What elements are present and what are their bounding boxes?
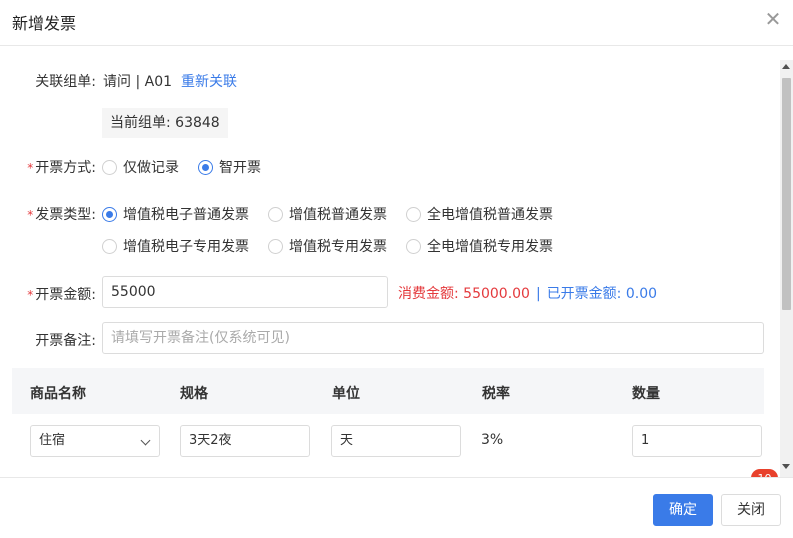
radio-circle bbox=[268, 238, 283, 254]
scroll-down-icon[interactable] bbox=[782, 464, 790, 469]
dialog-footer: 确定 关闭 bbox=[0, 477, 793, 538]
relink-link[interactable]: 重新关联 bbox=[181, 71, 237, 91]
issue-method-label-text: 开票方式: bbox=[35, 160, 96, 176]
radio-label: 增值税电子普通发票 bbox=[123, 207, 249, 223]
chevron-down-icon bbox=[140, 435, 151, 446]
dialog-body: 关联组单: 请问 | A01 重新关联 当前组单: 63848 * 开票方式: 仅… bbox=[0, 47, 780, 477]
radio-label: 增值税电子专用发票 bbox=[123, 239, 249, 255]
radio-circle bbox=[406, 238, 421, 254]
product-select-value: 住宿 bbox=[39, 433, 66, 448]
dialog-title: 新增发票 bbox=[12, 14, 77, 33]
product-select[interactable]: 住宿 bbox=[30, 425, 160, 457]
radio-label: 增值税专用发票 bbox=[289, 239, 387, 255]
radio-label: 全电增值税专用发票 bbox=[427, 239, 553, 255]
linked-order-label: 关联组单: bbox=[35, 74, 96, 90]
remark-input[interactable]: 请填写开票备注(仅系统可见) bbox=[102, 322, 764, 354]
amount-separator: | bbox=[535, 286, 541, 302]
radio-circle bbox=[102, 206, 117, 222]
required-mark: * bbox=[27, 161, 34, 175]
radio-vat-e-special[interactable]: 增值税电子专用发票 bbox=[102, 236, 249, 256]
confirm-button[interactable]: 确定 bbox=[653, 494, 713, 526]
radio-full-e-vat-normal[interactable]: 全电增值税普通发票 bbox=[406, 204, 553, 224]
close-icon[interactable]: ✕ bbox=[763, 9, 783, 29]
radio-smart-issue[interactable]: 智开票 bbox=[198, 157, 261, 177]
dialog-header: 新增发票 ✕ bbox=[0, 0, 793, 46]
radio-label: 仅做记录 bbox=[123, 160, 179, 176]
column-header: 商品名称 bbox=[30, 386, 86, 402]
table-row: 住宿 3天2夜 天 3% 1 bbox=[12, 414, 764, 474]
radio-vat-special[interactable]: 增值税专用发票 bbox=[268, 236, 387, 256]
tax-rate-value: 3% bbox=[481, 432, 504, 448]
radio-record-only[interactable]: 仅做记录 bbox=[102, 157, 179, 177]
scrollbar-thumb[interactable] bbox=[782, 78, 791, 310]
amount-summary: 消费金额: 55000.00 | 已开票金额: 0.00 bbox=[398, 283, 657, 303]
scroll-up-icon[interactable] bbox=[782, 64, 790, 69]
radio-label: 智开票 bbox=[219, 160, 261, 176]
radio-label: 全电增值税普通发票 bbox=[427, 207, 553, 223]
radio-circle bbox=[198, 159, 213, 175]
radio-circle bbox=[102, 159, 117, 175]
required-mark: * bbox=[27, 208, 34, 222]
items-table-header: 商品名称 规格 单位 税率 数量 bbox=[12, 368, 764, 414]
consumed-amount: 消费金额: 55000.00 bbox=[398, 286, 530, 302]
invoice-dialog: 新增发票 ✕ 关联组单: 请问 | A01 重新关联 当前组单: 63848 *… bbox=[0, 0, 793, 538]
current-order-chip: 当前组单: 63848 bbox=[102, 108, 228, 138]
spec-input[interactable]: 3天2夜 bbox=[180, 425, 310, 457]
radio-vat-normal[interactable]: 增值税普通发票 bbox=[268, 204, 387, 224]
invoice-type-label-text: 发票类型: bbox=[35, 207, 96, 223]
unit-input[interactable]: 天 bbox=[331, 425, 461, 457]
radio-vat-e-normal[interactable]: 增值税电子普通发票 bbox=[102, 204, 249, 224]
column-header: 规格 bbox=[180, 386, 208, 402]
amount-input[interactable]: 55000 bbox=[102, 276, 388, 308]
issued-amount: 已开票金额: 0.00 bbox=[546, 286, 658, 302]
linked-order-value: 请问 | A01 bbox=[103, 74, 173, 90]
invoice-type-label: * 发票类型: bbox=[16, 204, 96, 224]
quantity-input[interactable]: 1 bbox=[632, 425, 762, 457]
amount-label: * 开票金额: bbox=[16, 284, 96, 304]
radio-label: 增值税普通发票 bbox=[289, 207, 387, 223]
radio-circle bbox=[268, 206, 283, 222]
column-header: 数量 bbox=[632, 386, 660, 402]
radio-full-e-vat-special[interactable]: 全电增值税专用发票 bbox=[406, 236, 553, 256]
vertical-scrollbar[interactable] bbox=[780, 60, 793, 477]
close-button[interactable]: 关闭 bbox=[721, 494, 781, 526]
amount-label-text: 开票金额: bbox=[35, 287, 96, 303]
required-mark: * bbox=[27, 288, 34, 302]
radio-circle bbox=[102, 238, 117, 254]
remark-label: 开票备注: bbox=[35, 333, 96, 349]
radio-circle bbox=[406, 206, 421, 222]
column-header: 税率 bbox=[482, 386, 510, 402]
column-header: 单位 bbox=[332, 386, 360, 402]
issue-method-label: * 开票方式: bbox=[16, 157, 96, 177]
